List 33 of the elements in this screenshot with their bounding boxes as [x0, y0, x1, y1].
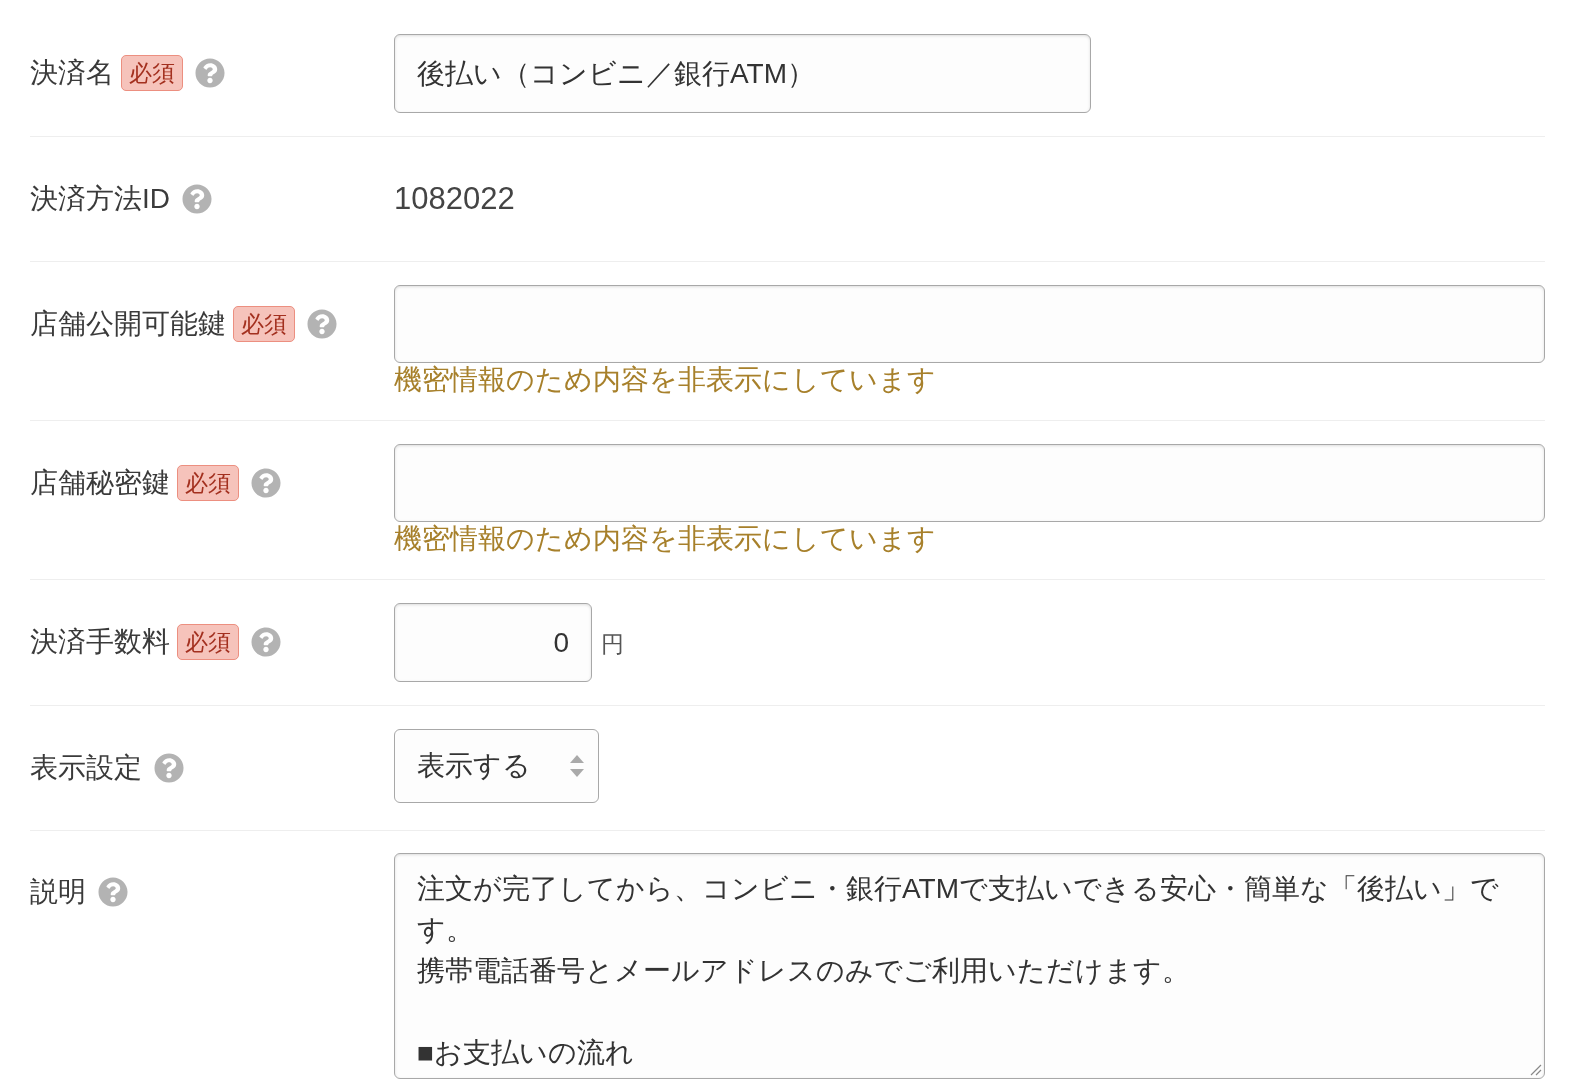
field-label: 説明 — [30, 875, 86, 909]
field-label: 決済方法ID — [30, 182, 170, 216]
field-label: 決済手数料 — [30, 625, 170, 659]
key-field[interactable] — [394, 444, 1545, 522]
updown-arrows-icon — [569, 753, 585, 779]
required-badge: 必須 — [233, 306, 295, 342]
textarea-field[interactable]: 注文が完了してから、コンビニ・銀行ATMで支払いできる安心・簡単な「後払い」です。 携帯電話番号とメールアドレスのみでご利用いただけます。 ■お支払いの流れ — [394, 853, 1545, 1079]
text-field[interactable]: 後払い（コンビニ／銀行ATM） — [394, 34, 1091, 113]
resize-grip-icon[interactable] — [1530, 1064, 1542, 1076]
number-field[interactable]: 0 — [394, 603, 592, 682]
description-text: ■お支払いの流れ — [417, 1036, 634, 1070]
description-text: 携帯電話番号とメールアドレスのみでご利用いただけます。 — [417, 954, 1190, 988]
key-field[interactable] — [394, 285, 1545, 363]
required-badge: 必須 — [177, 465, 239, 501]
help-icon[interactable] — [251, 627, 281, 657]
field-label: 表示設定 — [30, 751, 142, 785]
required-badge: 必須 — [121, 55, 183, 91]
id-value: 1082022 — [394, 179, 515, 218]
help-icon[interactable] — [251, 468, 281, 498]
unit-label: 円 — [601, 630, 624, 660]
description-text: 注文が完了してから、コンビニ・銀行ATMで支払いできる安心・簡単な「後払い」です。 — [417, 872, 1500, 947]
select-field[interactable]: 表示する — [394, 729, 599, 803]
help-icon[interactable] — [195, 58, 225, 88]
help-icon[interactable] — [154, 753, 184, 783]
field-label: 店舗秘密鍵 — [30, 466, 170, 500]
hint-text: 機密情報のため内容を非表示にしています — [394, 363, 936, 397]
field-label: 店舗公開可能鍵 — [30, 307, 226, 341]
help-icon[interactable] — [98, 877, 128, 907]
help-icon[interactable] — [182, 184, 212, 214]
help-icon[interactable] — [307, 309, 337, 339]
field-label: 決済名 — [30, 56, 114, 90]
hint-text: 機密情報のため内容を非表示にしています — [394, 522, 936, 556]
required-badge: 必須 — [177, 624, 239, 660]
